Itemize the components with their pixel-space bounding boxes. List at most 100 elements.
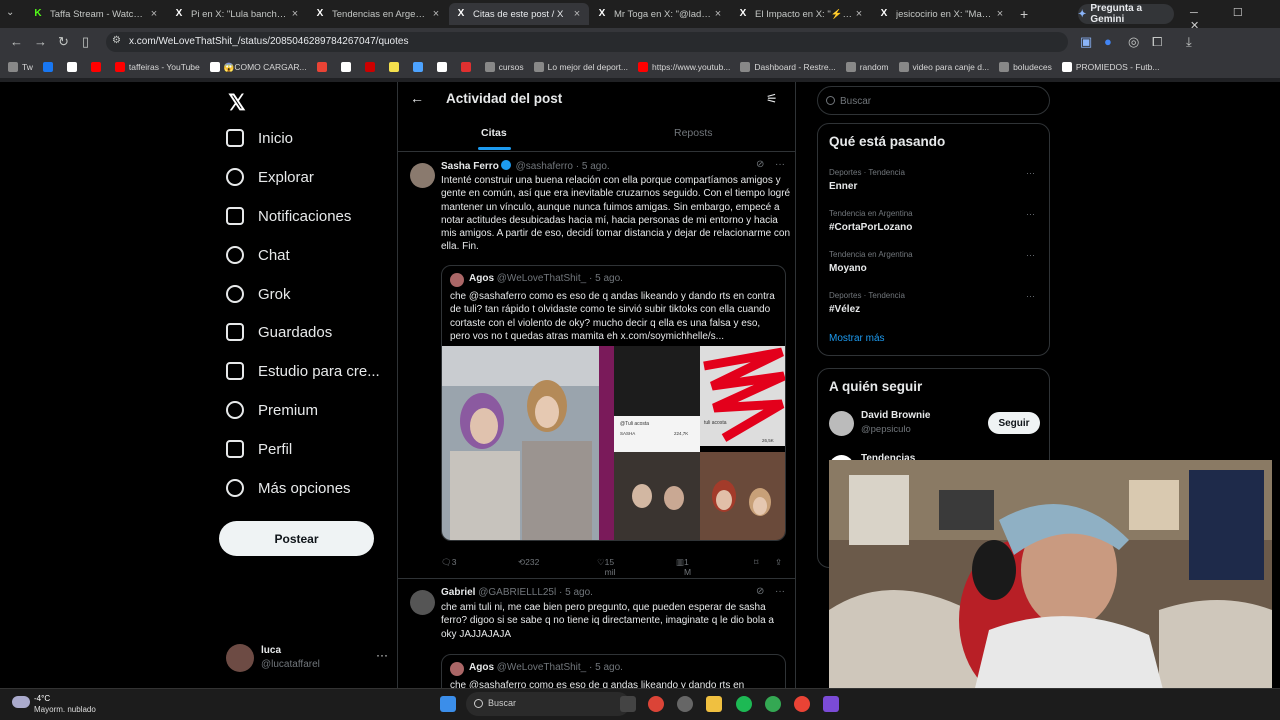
bookmark-item[interactable]: [340, 62, 355, 72]
tab-search-icon[interactable]: ⌄: [6, 5, 14, 21]
quoted-post[interactable]: Agos @WeLoveThatShit_ · 5 ago. che @sash…: [441, 654, 786, 688]
photo-bottom-middle[interactable]: [614, 452, 700, 540]
reload-icon[interactable]: ↻: [58, 34, 69, 50]
browser-tab[interactable]: X El Impacto en X: "⚡ "INVI...×: [731, 3, 871, 25]
download-icon[interactable]: ⤓: [1186, 34, 1192, 50]
bookmark-item[interactable]: random: [845, 62, 889, 72]
tab-reposts[interactable]: Reposts: [674, 127, 713, 139]
spotify-icon[interactable]: [736, 696, 752, 712]
task-view-icon[interactable]: [620, 696, 636, 712]
sidebar-item-chat[interactable]: Chat: [226, 240, 290, 270]
bookmark-item[interactable]: [316, 62, 331, 72]
forward-icon[interactable]: →: [34, 34, 47, 50]
new-tab-button[interactable]: +: [1020, 6, 1028, 22]
like-button[interactable]: ♡ 15 mil: [597, 557, 615, 577]
avatar[interactable]: [410, 590, 435, 615]
close-tab-icon[interactable]: ×: [148, 8, 160, 20]
tab-citas[interactable]: Citas: [481, 127, 507, 139]
more-options-icon[interactable]: ···: [1026, 168, 1035, 178]
views-button[interactable]: ▥ 1 M: [676, 557, 691, 577]
browser-tab[interactable]: X Citas de este post / X ×: [449, 3, 589, 25]
chrome-icon[interactable]: [648, 696, 664, 712]
bookmark-item[interactable]: Lo mejor del deport...: [533, 62, 628, 72]
x-logo-icon[interactable]: 𝕏: [228, 90, 246, 116]
account-switcher[interactable]: luca @lucataffarel ···: [226, 642, 388, 678]
bookmark-item[interactable]: [90, 62, 105, 72]
bookmark-item[interactable]: [388, 62, 403, 72]
media-grid[interactable]: @Tuli acosta SASHA 224,7K tuli acosta 26…: [442, 346, 786, 540]
more-options-icon[interactable]: ···: [1026, 291, 1035, 301]
post-author[interactable]: Gabriel @GABRIELLL25l · 5 ago.: [441, 587, 593, 598]
sidebar-icon[interactable]: ▯: [82, 34, 89, 50]
bookmark-item[interactable]: [436, 62, 451, 72]
photo-top-middle[interactable]: [614, 346, 700, 416]
bookmark-item[interactable]: [412, 62, 427, 72]
bookmark-item[interactable]: https://www.youtub...: [637, 62, 730, 72]
post[interactable]: Gabriel @GABRIELLL25l · 5 ago. ⊘ ··· che…: [398, 580, 796, 688]
bookmark-item[interactable]: PROMIEDOS - Futb...: [1061, 62, 1159, 72]
more-options-icon[interactable]: ···: [775, 586, 785, 597]
app-icon[interactable]: [823, 696, 839, 712]
bookmark-item[interactable]: 😱COMO CARGAR...: [209, 62, 307, 73]
bookmark-item[interactable]: Tw: [8, 62, 33, 72]
sidebar-item-rocket[interactable]: Estudio para cre...: [226, 356, 380, 386]
close-tab-icon[interactable]: ×: [853, 8, 865, 20]
browser-tab[interactable]: K Taffa Stream - Watch L... ×: [26, 3, 166, 25]
close-tab-icon[interactable]: ×: [994, 8, 1006, 20]
post[interactable]: Sasha Ferro @sashaferro · 5 ago. ⊘ ··· I…: [398, 153, 796, 579]
sidebar-item-person[interactable]: Perfil: [226, 434, 292, 464]
browser-tab[interactable]: X Pi en X: "Lula banchero nu...×: [167, 3, 307, 25]
gemini-button[interactable]: ✦ Pregunta a Gemini: [1078, 3, 1174, 25]
browser-tab[interactable]: Xjesicocirio en X: "Martín C...×: [872, 3, 1012, 25]
bookmark-item[interactable]: [364, 62, 379, 72]
bookmark-item[interactable]: video para canje d...: [898, 62, 989, 72]
sidebar-item-more-circle[interactable]: Más opciones: [226, 473, 351, 503]
more-options-icon[interactable]: ···: [1026, 209, 1035, 219]
close-tab-icon[interactable]: ×: [712, 8, 724, 20]
follow-button[interactable]: Seguir: [988, 412, 1040, 434]
media-images[interactable]: @Tuli acosta SASHA 224,7K tuli acosta 26…: [442, 346, 786, 540]
grok-icon[interactable]: ⊘: [756, 159, 764, 170]
windows-start-icon[interactable]: [440, 696, 456, 712]
bookmark-item[interactable]: taffeiras - YouTube: [114, 62, 200, 72]
taskbar-search[interactable]: Buscar: [466, 692, 630, 716]
more-options-icon[interactable]: ···: [1026, 250, 1035, 260]
post-author[interactable]: Sasha Ferro @sashaferro · 5 ago.: [441, 160, 610, 172]
sidebar-item-bell[interactable]: Notificaciones: [226, 201, 351, 231]
repost-button[interactable]: ⟲ 232: [518, 557, 539, 568]
extensions-puzzle-icon[interactable]: ⧠: [1152, 34, 1162, 50]
sidebar-item-grok[interactable]: Grok: [226, 279, 291, 309]
translate-icon[interactable]: ▣: [1080, 34, 1092, 50]
avatar[interactable]: [410, 163, 435, 188]
grok-icon[interactable]: ⊘: [756, 586, 764, 597]
sidebar-item-home[interactable]: Inicio: [226, 123, 293, 153]
sidebar-item-verified[interactable]: Premium: [226, 395, 318, 425]
quoted-post[interactable]: Agos @WeLoveThatShit_ · 5 ago. che @sash…: [441, 265, 786, 541]
sidebar-item-bookmark[interactable]: Guardados: [226, 317, 332, 347]
close-tab-icon[interactable]: ×: [571, 8, 583, 20]
close-tab-icon[interactable]: ×: [430, 8, 442, 20]
bookmark-item[interactable]: [42, 62, 57, 72]
chrome-icon[interactable]: [794, 696, 810, 712]
search-input[interactable]: Buscar: [817, 86, 1050, 115]
more-options-icon[interactable]: ···: [775, 159, 785, 170]
folder-icon[interactable]: [706, 696, 722, 712]
bookmark-item[interactable]: [460, 62, 475, 72]
bookmark-item[interactable]: cursos: [484, 62, 524, 72]
more-icon[interactable]: ···: [376, 648, 388, 662]
post-button[interactable]: Postear: [219, 521, 374, 556]
share-icon[interactable]: ⇪: [775, 557, 782, 568]
reply-button[interactable]: 🗨 3: [441, 557, 457, 568]
extension-icon[interactable]: ●: [1104, 34, 1112, 50]
back-icon[interactable]: ←: [10, 34, 23, 50]
site-info-icon[interactable]: ⚙: [112, 35, 121, 46]
bookmark-item[interactable]: Dashboard - Restre...: [740, 62, 836, 72]
bookmark-item[interactable]: [66, 62, 81, 72]
weather-widget[interactable]: -4°C Mayorm. nublado: [8, 693, 118, 717]
browser-tab[interactable]: X Tendencias en Argentina e...×: [308, 3, 448, 25]
filter-icon[interactable]: ⚟: [766, 91, 778, 107]
bookmark-item[interactable]: boludeces: [999, 62, 1052, 72]
follow-name[interactable]: David Brownie: [861, 410, 930, 421]
avatar[interactable]: [829, 411, 854, 436]
show-more-link[interactable]: Mostrar más: [829, 333, 885, 344]
